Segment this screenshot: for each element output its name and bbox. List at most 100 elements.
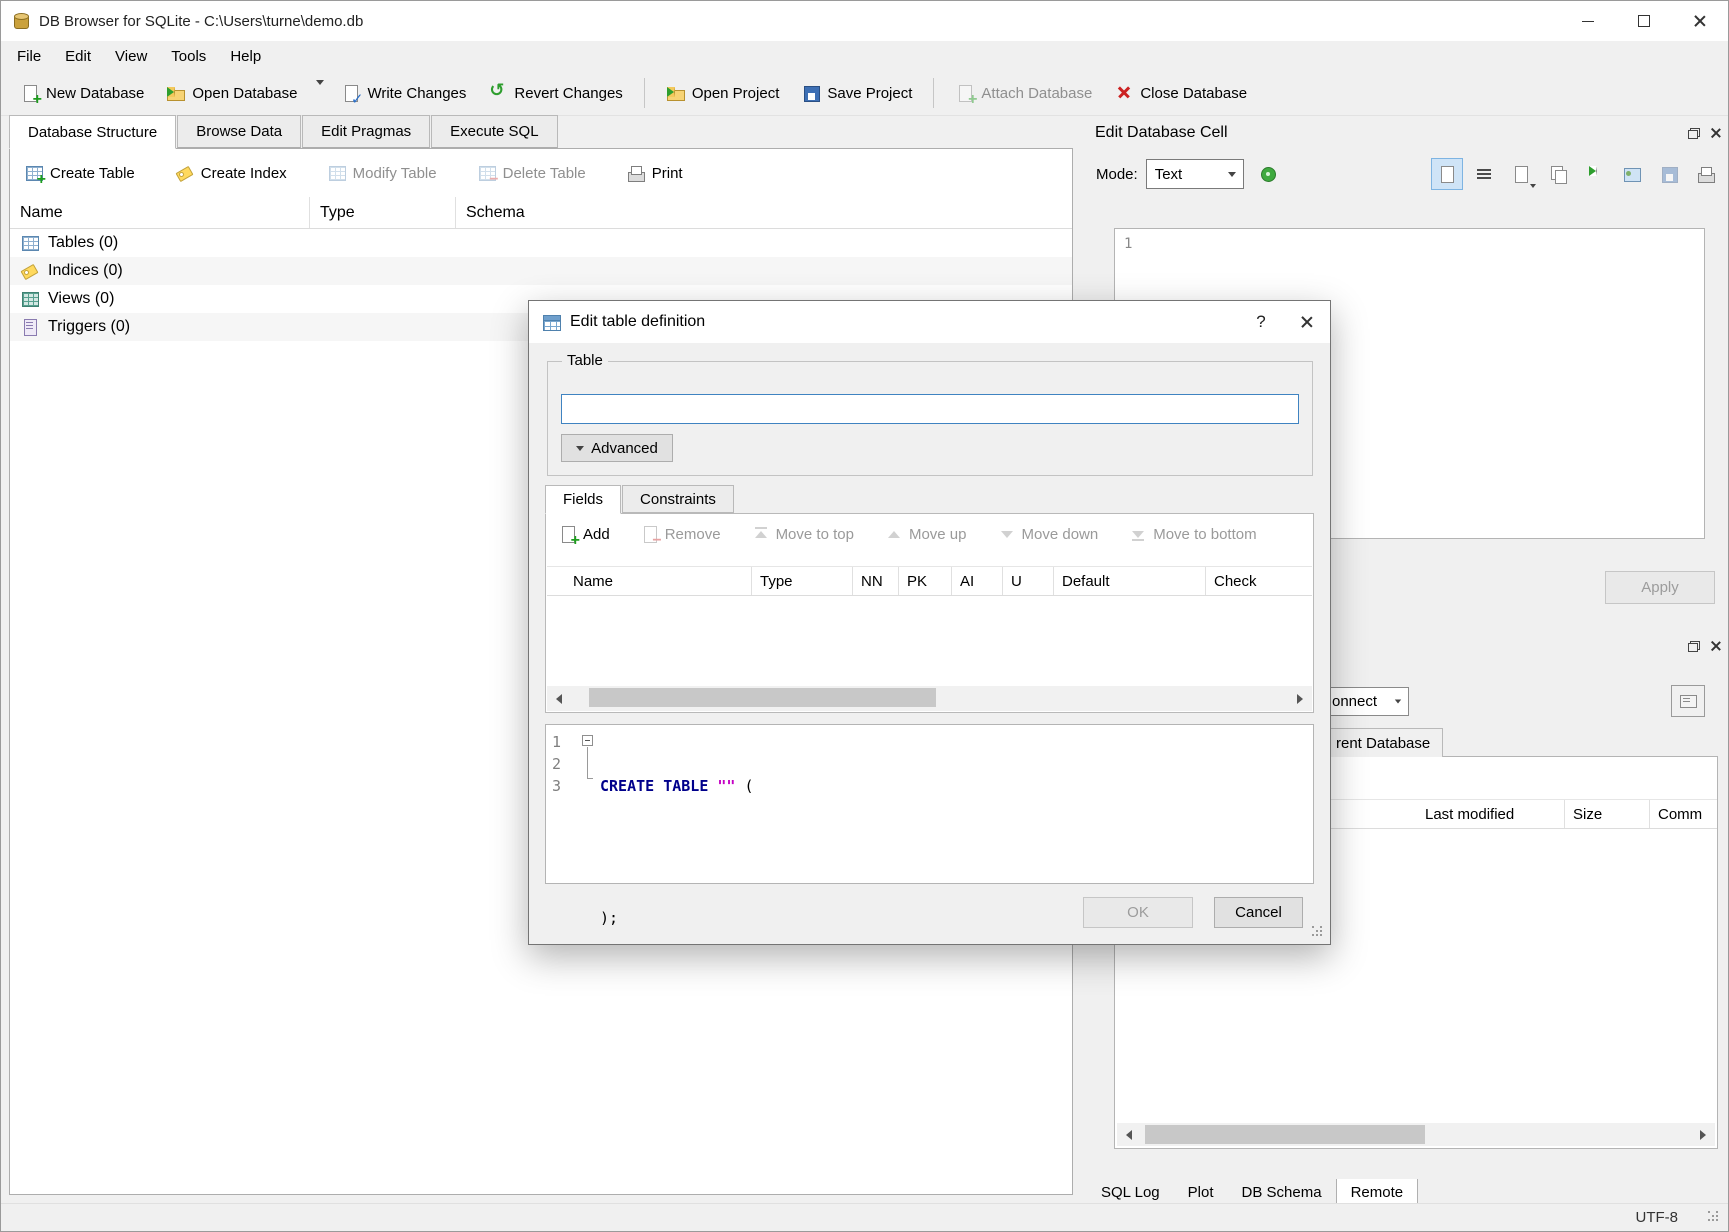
create-index-button[interactable]: Create Index — [175, 163, 287, 183]
structure-toolbar: Create Table Create Index Modify Table D… — [10, 149, 1072, 197]
identity-button[interactable] — [1671, 685, 1705, 717]
scroll-right-icon[interactable] — [1691, 1123, 1715, 1146]
column-header-default[interactable]: Default — [1054, 567, 1206, 595]
tab-plot[interactable]: Plot — [1174, 1179, 1228, 1206]
mode-label: Mode: — [1096, 166, 1138, 183]
export-button[interactable] — [1616, 158, 1648, 190]
mode-select[interactable]: Text — [1146, 159, 1244, 189]
close-dock-icon[interactable] — [1710, 640, 1722, 652]
scrollbar-thumb[interactable] — [589, 688, 936, 707]
menu-bar: File Edit View Tools Help — [1, 41, 1728, 71]
column-header-commit[interactable]: Comm — [1650, 800, 1717, 828]
sql-code: CREATE TABLE "" ( ); — [600, 731, 754, 973]
minimize-button[interactable] — [1560, 1, 1616, 41]
write-changes-icon — [341, 83, 361, 103]
column-header-type[interactable]: Type — [310, 197, 456, 228]
encoding-indicator[interactable]: UTF-8 — [1636, 1209, 1679, 1226]
close-icon — [1693, 14, 1707, 28]
add-field-button[interactable]: Add — [558, 524, 610, 544]
remote-horizontal-scrollbar[interactable] — [1117, 1123, 1715, 1146]
tab-sql-log[interactable]: SQL Log — [1087, 1179, 1174, 1206]
advanced-button[interactable]: Advanced — [561, 434, 673, 462]
tab-edit-pragmas[interactable]: Edit Pragmas — [302, 115, 430, 148]
sql-preview[interactable]: 1 2 3 CREATE TABLE "" ( ); — [545, 724, 1314, 884]
column-header-name[interactable]: Name — [547, 567, 752, 595]
menu-view[interactable]: View — [103, 44, 159, 69]
chevron-down-icon — [1395, 700, 1401, 704]
views-icon — [20, 289, 40, 309]
tab-constraints[interactable]: Constraints — [622, 485, 734, 513]
edit-cell-title: Edit Database Cell — [1095, 124, 1228, 142]
open-file-button[interactable] — [1505, 158, 1537, 190]
move-to-top-icon — [751, 524, 771, 544]
column-header-schema[interactable]: Schema — [456, 197, 1072, 228]
column-header-name[interactable]: Name — [10, 197, 310, 228]
scroll-right-icon[interactable] — [1288, 686, 1312, 711]
menu-help[interactable]: Help — [218, 44, 273, 69]
edit-cell-dock-header: Edit Database Cell — [1087, 118, 1729, 148]
menu-edit[interactable]: Edit — [53, 44, 103, 69]
chevron-down-icon — [316, 80, 324, 102]
column-header-nn[interactable]: NN — [853, 567, 899, 595]
modify-table-icon — [327, 163, 347, 183]
float-dock-icon[interactable] — [1688, 641, 1700, 652]
float-dock-icon[interactable] — [1688, 128, 1700, 139]
tree-row-indices[interactable]: Indices (0) — [10, 257, 1072, 285]
connect-dropdown[interactable]: onnect — [1325, 687, 1409, 716]
print-button[interactable]: Print — [626, 163, 683, 183]
column-header-pk[interactable]: PK — [899, 567, 952, 595]
dialog-resize-grip-icon[interactable] — [1312, 926, 1326, 940]
write-changes-button[interactable]: Write Changes — [330, 76, 477, 110]
line-number: 1 — [1124, 236, 1132, 252]
copy-button[interactable] — [1542, 158, 1574, 190]
close-button[interactable] — [1672, 1, 1728, 41]
auto-mode-button[interactable] — [1252, 158, 1284, 190]
maximize-button[interactable] — [1616, 1, 1672, 41]
scroll-left-icon[interactable] — [547, 686, 571, 711]
dialog-close-button[interactable] — [1284, 301, 1330, 343]
menu-file[interactable]: File — [5, 44, 53, 69]
table-name-input[interactable] — [561, 394, 1299, 424]
save-project-button[interactable]: Save Project — [790, 76, 923, 110]
new-database-button[interactable]: New Database — [9, 76, 155, 110]
move-up-button: Move up — [884, 524, 967, 544]
menu-tools[interactable]: Tools — [159, 44, 218, 69]
open-project-button[interactable]: Open Project — [655, 76, 791, 110]
tab-db-schema[interactable]: DB Schema — [1228, 1179, 1336, 1206]
tree-row-tables[interactable]: Tables (0) — [10, 229, 1072, 257]
open-database-button[interactable]: Open Database — [155, 76, 308, 110]
column-header-u[interactable]: U — [1003, 567, 1054, 595]
revert-changes-button[interactable]: Revert Changes — [477, 76, 633, 110]
triggers-icon — [20, 317, 40, 337]
cancel-button[interactable]: Cancel — [1214, 897, 1303, 928]
tab-current-database[interactable]: rent Database — [1323, 728, 1443, 757]
fields-toolbar: Add Remove Move to top Move up Move down — [558, 524, 1305, 544]
tab-execute-sql[interactable]: Execute SQL — [431, 115, 557, 148]
create-table-icon — [24, 163, 44, 183]
scrollbar-thumb[interactable] — [1145, 1125, 1425, 1144]
close-database-button[interactable]: Close Database — [1103, 76, 1258, 110]
tab-remote[interactable]: Remote — [1336, 1179, 1419, 1206]
tab-browse-data[interactable]: Browse Data — [177, 115, 301, 148]
resize-grip-icon[interactable] — [1708, 1211, 1722, 1225]
print-cell-button[interactable] — [1690, 158, 1722, 190]
column-header-type[interactable]: Type — [752, 567, 853, 595]
import-button[interactable] — [1579, 158, 1611, 190]
fold-marker-icon[interactable] — [582, 735, 593, 746]
fields-horizontal-scrollbar[interactable] — [547, 686, 1312, 711]
close-dock-icon[interactable] — [1710, 127, 1722, 139]
tab-database-structure[interactable]: Database Structure — [9, 115, 176, 149]
column-header-check[interactable]: Check — [1206, 567, 1312, 595]
save-cell-button — [1653, 158, 1685, 190]
tab-fields[interactable]: Fields — [545, 485, 621, 514]
dialog-help-button[interactable]: ? — [1238, 301, 1284, 343]
dialog-title-bar: Edit table definition ? — [529, 301, 1330, 343]
create-table-button[interactable]: Create Table — [24, 163, 135, 183]
open-database-dropdown[interactable] — [310, 79, 330, 108]
word-wrap-button[interactable] — [1468, 158, 1500, 190]
column-header-ai[interactable]: AI — [952, 567, 1003, 595]
close-icon — [1300, 315, 1314, 329]
column-header-size[interactable]: Size — [1565, 800, 1650, 828]
text-document-button[interactable] — [1431, 158, 1463, 190]
scroll-left-icon[interactable] — [1117, 1123, 1141, 1146]
